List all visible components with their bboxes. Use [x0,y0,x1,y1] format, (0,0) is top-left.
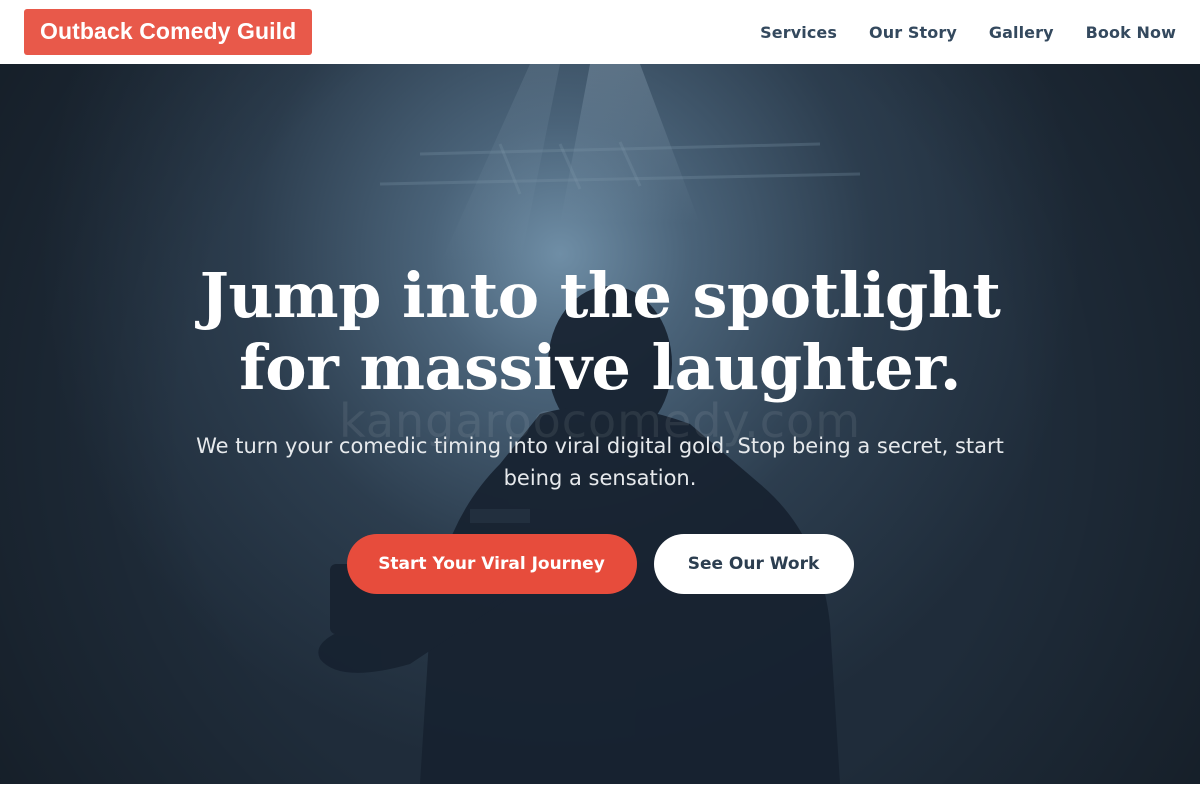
hero-title-line-1: Jump into the spotlight [199,259,1001,332]
hero-button-group: Start Your Viral Journey See Our Work [346,534,854,594]
brand-logo[interactable]: Outback Comedy Guild [24,9,313,55]
hero-section: kangaroocomedy.com Jump into the spotlig… [0,64,1200,784]
see-our-work-button[interactable]: See Our Work [653,534,854,594]
hero-subtitle: We turn your comedic timing into viral d… [196,434,1004,490]
nav-link-book-now[interactable]: Book Now [1086,23,1176,42]
start-viral-journey-button[interactable]: Start Your Viral Journey [346,534,637,594]
nav-link-gallery[interactable]: Gallery [989,23,1054,42]
nav-link-our-story[interactable]: Our Story [869,23,957,42]
nav-link-services[interactable]: Services [760,23,837,42]
nav-links: Services Our Story Gallery Book Now [760,23,1176,42]
top-navbar: Outback Comedy Guild Services Our Story … [0,0,1200,64]
hero-content: Jump into the spotlight for massive laug… [0,64,1200,784]
hero-title: Jump into the spotlight for massive laug… [150,260,1050,404]
hero-title-line-2: for massive laughter. [239,331,961,404]
